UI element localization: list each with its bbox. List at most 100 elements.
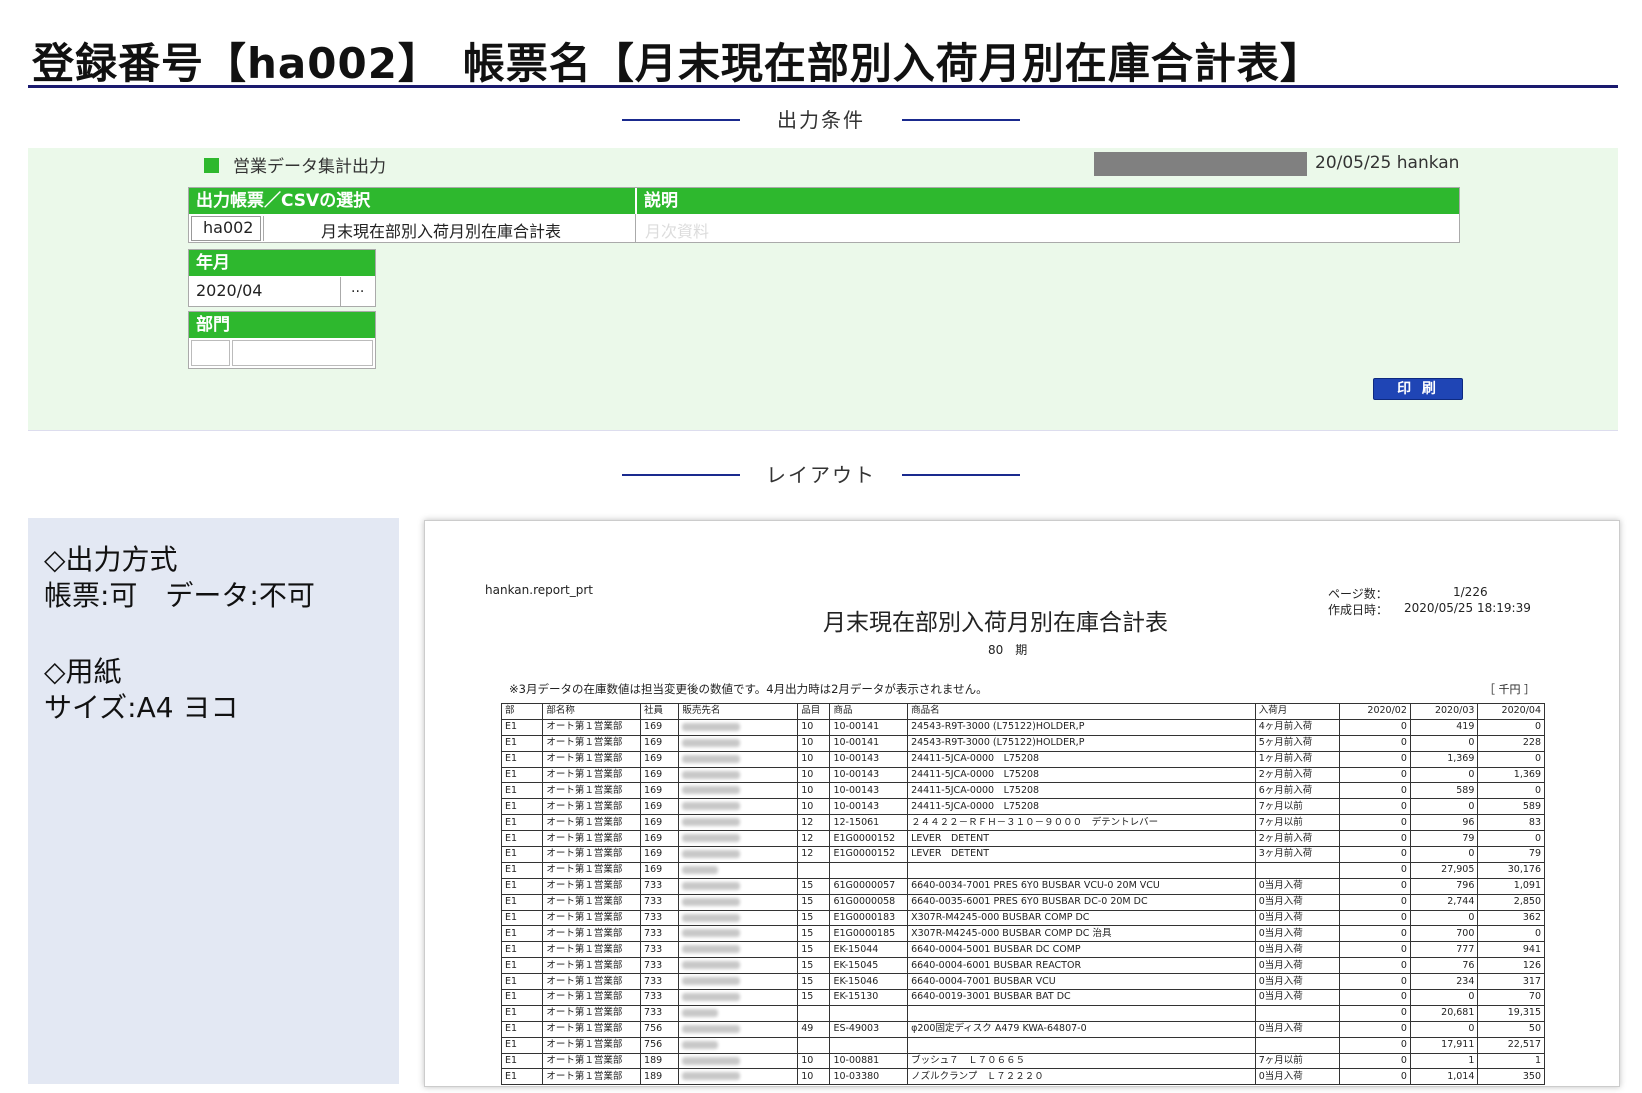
table-cell: 96 bbox=[1409, 814, 1479, 832]
table-cell: E1 bbox=[500, 941, 544, 959]
table-cell bbox=[678, 941, 799, 959]
table-cell bbox=[907, 1004, 1256, 1022]
table-cell: E1 bbox=[500, 830, 544, 848]
table-row: E1 オート第１営業部 169 10 10-00143 24411-5JCA-0000 L… bbox=[500, 766, 1545, 784]
department-code-input[interactable] bbox=[191, 340, 230, 366]
table-cell: 6640-0035-6001 PRES 6Y0 BUSBAR DC-0 20M … bbox=[907, 893, 1256, 911]
table-cell: 0 bbox=[1409, 1020, 1479, 1038]
print-button[interactable]: 印 刷 bbox=[1373, 378, 1463, 400]
table-cell: E1 bbox=[500, 814, 544, 832]
menu-title: 営業データ集計出力 bbox=[204, 152, 386, 177]
table-cell: 15 bbox=[797, 893, 831, 911]
table-cell bbox=[678, 846, 799, 863]
table-cell: 10-00141 bbox=[829, 734, 909, 752]
table-row: E1 オート第１営業部 733 15 61G0000058 6640-0035-6001 … bbox=[500, 893, 1545, 911]
table-cell bbox=[678, 1004, 799, 1022]
table-cell: E1G0000152 bbox=[829, 830, 909, 848]
department-header: 部門 bbox=[189, 312, 375, 338]
table-cell: 0 bbox=[1339, 861, 1411, 879]
table-cell: 0 bbox=[1339, 877, 1411, 895]
page-count-label: ページ数： bbox=[1328, 587, 1388, 601]
table-cell: E1 bbox=[500, 1020, 544, 1038]
table-cell: 0当月入荷 bbox=[1254, 877, 1341, 895]
table-cell: 70 bbox=[1477, 989, 1545, 1006]
table-cell bbox=[678, 782, 799, 800]
conditions-section-label: 出力条件 bbox=[777, 108, 865, 132]
table-cell: 169 bbox=[640, 718, 680, 736]
report-table: 部部名称 社員 販売先名 品目 商品 商品名 入荷月 2020/02 2020/03 2020/0… bbox=[500, 703, 1545, 1086]
table-row: E1 オート第１営業部 169 12 E1G0000152 LEVER DETENT 2ヶ月… bbox=[500, 830, 1545, 848]
table-cell: 30,176 bbox=[1477, 861, 1545, 879]
report-preview: hankan.report_prt ページ数： 1/226 作成日時： 2020… bbox=[424, 520, 1620, 1087]
redacted-customer-name bbox=[682, 770, 741, 779]
table-cell: 15 bbox=[797, 957, 831, 975]
report-column-header: 部名称 bbox=[542, 703, 642, 720]
table-cell: 12 bbox=[797, 814, 831, 832]
year-month-picker-button[interactable]: ... bbox=[351, 280, 364, 296]
table-cell: 12 bbox=[797, 846, 831, 863]
table-cell: 7ヶ月以前 bbox=[1254, 814, 1341, 832]
redacted-customer-name bbox=[682, 722, 741, 731]
table-cell: 2ヶ月前入荷 bbox=[1254, 830, 1341, 848]
report-column-header: 販売先名 bbox=[678, 703, 799, 720]
table-cell: オート第１営業部 bbox=[542, 718, 642, 736]
table-cell: 61G0000057 bbox=[829, 877, 909, 895]
table-cell: 10-00141 bbox=[829, 718, 909, 736]
table-row: E1 オート第１営業部 169 12 12-15061 ２４４２２－ＲＦＨ－３１０－９００… bbox=[500, 814, 1545, 832]
table-cell: 0 bbox=[1339, 750, 1411, 768]
table-cell bbox=[829, 1036, 909, 1054]
table-cell: 79 bbox=[1477, 846, 1545, 863]
table-cell: 10 bbox=[797, 1068, 831, 1086]
table-cell: 6640-0019-3001 BUSBAR BAT DC bbox=[907, 989, 1256, 1006]
table-cell: 12 bbox=[797, 830, 831, 848]
table-cell: 2,850 bbox=[1477, 893, 1545, 911]
table-cell: 79 bbox=[1409, 830, 1479, 848]
page-title: 登録番号【ha002】 帳票名【月末現在部別入荷月別在庫合計表】 bbox=[32, 39, 1323, 88]
table-cell: 10 bbox=[797, 718, 831, 736]
report-unit: ［ 千円 ］ bbox=[1484, 683, 1535, 696]
layout-section-label: レイアウト bbox=[766, 463, 876, 487]
table-cell: 733 bbox=[640, 941, 680, 959]
redacted-customer-name bbox=[682, 1056, 741, 1065]
table-cell: 0 bbox=[1477, 782, 1545, 800]
table-cell bbox=[678, 893, 799, 911]
redacted-customer-name bbox=[682, 961, 741, 970]
table-cell: 362 bbox=[1477, 909, 1545, 927]
table-cell: 76 bbox=[1409, 957, 1479, 975]
table-row: E1 オート第１営業部 733 15 EK-15130 6640-0019-3001 BU… bbox=[500, 989, 1545, 1006]
year-month-input[interactable]: 2020/04 bbox=[196, 281, 262, 300]
report-column-header: 品目 bbox=[797, 703, 831, 720]
table-cell: 169 bbox=[640, 861, 680, 879]
report-column-header: 部 bbox=[500, 703, 544, 720]
table-cell: 0 bbox=[1339, 989, 1411, 1006]
redacted-customer-name bbox=[682, 802, 741, 811]
table-cell: 419 bbox=[1409, 718, 1479, 736]
table-cell: 733 bbox=[640, 973, 680, 991]
paper-title: ◇用紙 bbox=[44, 655, 122, 688]
table-cell: 0 bbox=[1339, 782, 1411, 800]
redacted-customer-name bbox=[682, 929, 741, 938]
table-cell: E1 bbox=[500, 877, 544, 895]
table-cell: 0 bbox=[1477, 718, 1545, 736]
table-cell: X307R-M4245-000 BUSBAR COMP DC bbox=[907, 909, 1256, 927]
table-cell: オート第１営業部 bbox=[542, 877, 642, 895]
table-cell: 126 bbox=[1477, 957, 1545, 975]
table-cell: オート第１営業部 bbox=[542, 1036, 642, 1054]
redacted-customer-name bbox=[682, 834, 741, 843]
table-cell bbox=[678, 830, 799, 848]
table-cell: 61G0000058 bbox=[829, 893, 909, 911]
table-cell: 50 bbox=[1477, 1020, 1545, 1038]
table-cell: X307R-M4245-000 BUSBAR COMP DC 治具 bbox=[907, 925, 1256, 943]
table-cell: 733 bbox=[640, 925, 680, 943]
table-cell: オート第１営業部 bbox=[542, 861, 642, 879]
table-cell: ES-49003 bbox=[829, 1020, 909, 1038]
table-cell: 0当月入荷 bbox=[1254, 941, 1341, 959]
table-cell: 49 bbox=[797, 1020, 831, 1038]
table-cell: 24411-5JCA-0000 L75208 bbox=[907, 782, 1256, 800]
redacted-customer-name bbox=[682, 818, 741, 827]
table-cell: ノズルクランプ Ｌ７２２２０ bbox=[907, 1068, 1256, 1086]
table-cell: 0当月入荷 bbox=[1254, 1068, 1341, 1086]
table-cell: オート第１営業部 bbox=[542, 734, 642, 752]
table-cell bbox=[1254, 1004, 1341, 1022]
table-cell: 169 bbox=[640, 798, 680, 816]
